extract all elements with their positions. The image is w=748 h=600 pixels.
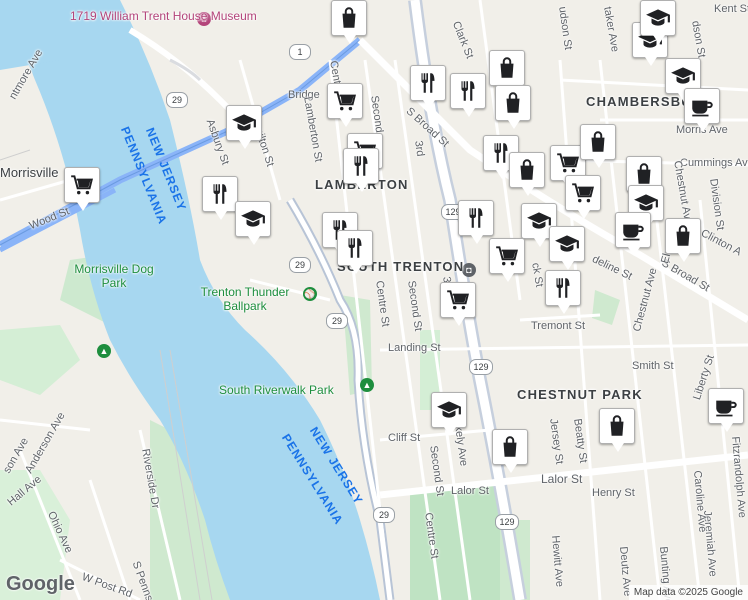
- street-label: Landing St: [388, 342, 441, 354]
- street-label: Henry St: [592, 487, 635, 499]
- shopping-bag-icon: [585, 129, 611, 155]
- neighborhood-label: CHESTNUT PARK: [517, 387, 643, 402]
- google-logo: Google: [6, 573, 75, 595]
- coffee-cup-icon: [689, 93, 715, 119]
- fork-knife-marker[interactable]: [337, 230, 373, 274]
- map-canvas[interactable]: ⌂ ⚾ ▲ ▲ ◘ 1719 William Trent House Museu…: [0, 0, 748, 600]
- shopping-bag-marker[interactable]: [495, 85, 531, 129]
- shopping-cart-icon: [494, 243, 520, 269]
- graduation-cap-marker[interactable]: [226, 105, 262, 149]
- shopping-cart-icon: [69, 172, 95, 198]
- shopping-bag-marker[interactable]: [331, 0, 367, 44]
- shopping-bag-marker[interactable]: [492, 429, 528, 473]
- shopping-bag-marker[interactable]: [599, 408, 635, 452]
- shopping-bag-icon: [336, 5, 362, 31]
- shopping-cart-marker[interactable]: [327, 83, 363, 127]
- coffee-cup-marker[interactable]: [684, 88, 720, 132]
- route-129-shield: 129: [469, 359, 493, 375]
- dog-park-label[interactable]: Morrisville Dog Park: [74, 262, 154, 290]
- shopping-bag-icon: [514, 157, 540, 183]
- street-label: Kent St: [714, 3, 748, 15]
- shopping-bag-icon: [604, 413, 630, 439]
- map-attribution[interactable]: Map data ©2025 Google: [628, 585, 748, 600]
- fork-knife-icon: [207, 181, 233, 207]
- shopping-bag-icon: [670, 223, 696, 249]
- fork-knife-marker[interactable]: [410, 65, 446, 109]
- shopping-cart-marker[interactable]: [64, 167, 100, 211]
- route-129-shield: 129: [495, 514, 519, 530]
- fork-knife-icon: [415, 70, 441, 96]
- park-icon[interactable]: ▲: [360, 378, 374, 392]
- coffee-cup-marker[interactable]: [615, 212, 651, 256]
- route-29-shield: 29: [373, 507, 395, 523]
- fork-knife-marker[interactable]: [450, 73, 486, 117]
- shopping-bag-icon: [500, 90, 526, 116]
- shopping-cart-icon: [570, 180, 596, 206]
- route-29-shield: 29: [326, 313, 348, 329]
- ballpark-label[interactable]: Trenton Thunder Ballpark: [190, 285, 300, 313]
- street-label: Cummings Ave: [680, 157, 748, 169]
- riverwalk-park-label[interactable]: South Riverwalk Park: [219, 384, 334, 396]
- graduation-cap-icon: [240, 206, 266, 232]
- shopping-cart-marker[interactable]: [489, 238, 525, 282]
- shopping-cart-icon: [445, 287, 471, 313]
- street-label: 3rd: [412, 139, 427, 158]
- graduation-cap-icon: [554, 231, 580, 257]
- shopping-bag-marker[interactable]: [580, 124, 616, 168]
- fork-knife-marker[interactable]: [343, 148, 379, 192]
- coffee-cup-marker[interactable]: [708, 388, 744, 432]
- coffee-cup-icon: [620, 217, 646, 243]
- shopping-bag-marker[interactable]: [665, 218, 701, 262]
- graduation-cap-icon: [670, 63, 696, 89]
- street-label: Lalor St: [541, 472, 583, 486]
- street-label: Smith St: [632, 360, 674, 372]
- shopping-bag-icon: [631, 161, 657, 187]
- route-29-shield: 29: [289, 257, 311, 273]
- fork-knife-marker[interactable]: [458, 200, 494, 244]
- fork-knife-icon: [455, 78, 481, 104]
- graduation-cap-icon: [231, 110, 257, 136]
- graduation-cap-marker[interactable]: [549, 226, 585, 270]
- shopping-cart-icon: [555, 150, 581, 176]
- graduation-cap-marker[interactable]: [640, 0, 676, 44]
- shopping-cart-marker[interactable]: [440, 282, 476, 326]
- shopping-bag-marker[interactable]: [509, 152, 545, 196]
- shopping-cart-marker[interactable]: [565, 175, 601, 219]
- fork-knife-marker[interactable]: [202, 176, 238, 220]
- street-label: Cliff St: [388, 432, 421, 444]
- route-29-shield: 29: [166, 92, 188, 108]
- graduation-cap-marker[interactable]: [235, 201, 271, 245]
- fork-knife-icon: [463, 205, 489, 231]
- graduation-cap-marker[interactable]: [431, 392, 467, 436]
- graduation-cap-icon: [436, 397, 462, 423]
- shopping-bag-marker[interactable]: [489, 50, 525, 94]
- fork-knife-marker[interactable]: [545, 270, 581, 314]
- shopping-cart-icon: [332, 88, 358, 114]
- street-label: Lalor St: [451, 485, 489, 497]
- graduation-cap-icon: [645, 5, 671, 31]
- coffee-cup-icon: [713, 393, 739, 419]
- route-1-shield: 1: [289, 44, 311, 60]
- shopping-bag-icon: [497, 434, 523, 460]
- fork-knife-icon: [342, 235, 368, 261]
- museum-label[interactable]: 1719 William Trent House Museum: [70, 10, 257, 22]
- street-label: Tremont St: [531, 320, 585, 332]
- town-label: Morrisville: [0, 165, 59, 180]
- fork-knife-icon: [550, 275, 576, 301]
- park-icon[interactable]: ▲: [97, 344, 111, 358]
- shopping-bag-icon: [494, 55, 520, 81]
- stadium-icon[interactable]: ⚾: [303, 287, 317, 301]
- fork-knife-icon: [348, 153, 374, 179]
